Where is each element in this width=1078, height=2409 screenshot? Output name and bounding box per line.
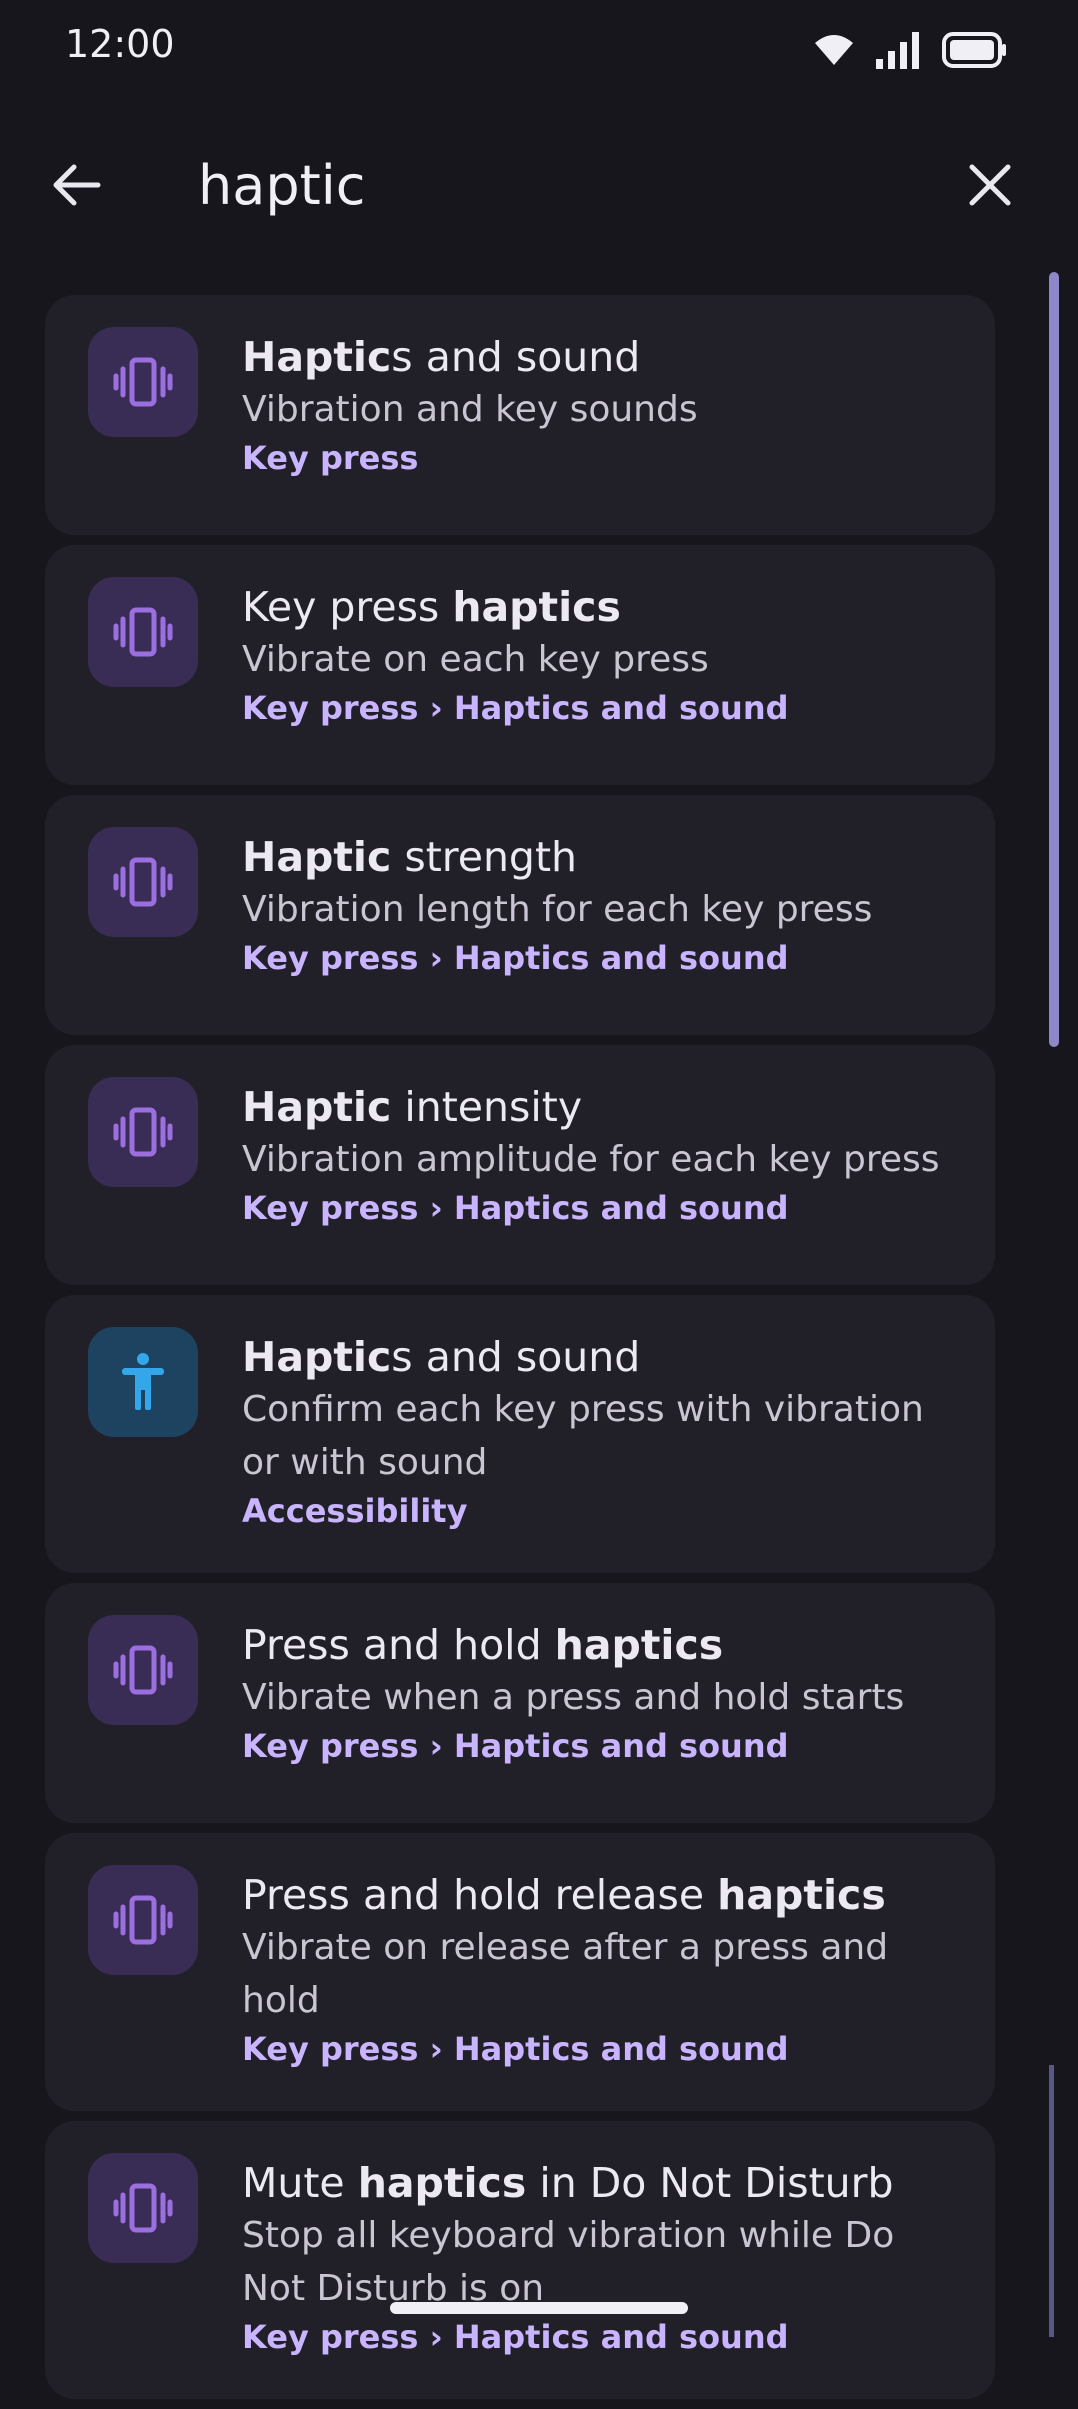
- result-breadcrumb: Key press › Haptics and sound: [242, 2318, 789, 2356]
- result-title: Haptic strength: [242, 833, 578, 881]
- result-subtitle: Vibration and key sounds: [242, 389, 698, 430]
- scrollbar-thumb[interactable]: [1049, 272, 1059, 1047]
- result-item[interactable]: Mute haptics in Do Not Disturb Stop all …: [45, 2121, 995, 2399]
- vibrate-icon: [113, 857, 173, 907]
- result-item[interactable]: Haptic strength Vibration length for eac…: [45, 795, 995, 1035]
- result-breadcrumb: Accessibility: [242, 1492, 468, 1530]
- status-icons: [814, 30, 1008, 70]
- result-title: Key press haptics: [242, 583, 621, 631]
- result-icon-tile: [88, 1865, 198, 1975]
- vibrate-icon: [113, 2183, 173, 2233]
- result-subtitle: Vibrate on release after a press and hol…: [242, 1927, 889, 2021]
- result-subtitle: Vibration length for each key press: [242, 889, 873, 930]
- result-title: Haptic intensity: [242, 1083, 583, 1131]
- result-title: Haptics and sound: [242, 1333, 641, 1381]
- close-icon: [969, 164, 1011, 206]
- arrow-back-icon: [53, 164, 101, 206]
- result-icon-tile: [88, 827, 198, 937]
- result-icon-tile: [88, 2153, 198, 2263]
- result-breadcrumb: Key press › Haptics and sound: [242, 1727, 789, 1765]
- result-icon-tile: [88, 1615, 198, 1725]
- result-item[interactable]: Press and hold haptics Vibrate when a pr…: [45, 1583, 995, 1823]
- clear-search-button[interactable]: [955, 145, 1025, 225]
- result-title: Press and hold release haptics: [242, 1871, 886, 1919]
- result-icon-tile: [88, 1327, 198, 1437]
- result-breadcrumb: Key press: [242, 439, 419, 477]
- back-button[interactable]: [40, 140, 114, 230]
- search-input[interactable]: [198, 140, 918, 230]
- result-title: Press and hold haptics: [242, 1621, 724, 1669]
- vibrate-icon: [113, 1895, 173, 1945]
- result-breadcrumb: Key press › Haptics and sound: [242, 1189, 789, 1227]
- result-icon-tile: [88, 1077, 198, 1187]
- home-indicator[interactable]: [390, 2302, 688, 2314]
- vibrate-icon: [113, 607, 173, 657]
- wifi-icon: [815, 35, 853, 65]
- status-time: 12:00: [65, 22, 175, 66]
- result-breadcrumb: Key press › Haptics and sound: [242, 689, 789, 727]
- result-icon-tile: [88, 577, 198, 687]
- result-subtitle: Confirm each key press with vibration or…: [242, 1389, 924, 1483]
- result-item[interactable]: Key press haptics Vibrate on each key pr…: [45, 545, 995, 785]
- result-breadcrumb: Key press › Haptics and sound: [242, 2030, 789, 2068]
- result-subtitle: Stop all keyboard vibration while Do Not…: [242, 2215, 895, 2309]
- result-subtitle: Vibration amplitude for each key press: [242, 1139, 940, 1180]
- result-subtitle: Vibrate on each key press: [242, 639, 709, 680]
- result-title: Haptics and sound: [242, 333, 641, 381]
- status-bar: 12:00: [0, 0, 1078, 96]
- vibrate-icon: [113, 1107, 173, 1157]
- result-item[interactable]: Haptics and sound Confirm each key press…: [45, 1295, 995, 1573]
- search-results-list[interactable]: Haptics and sound Vibration and key soun…: [45, 295, 995, 2409]
- result-item[interactable]: Haptics and sound Vibration and key soun…: [45, 295, 995, 535]
- result-item[interactable]: Haptic intensity Vibration amplitude for…: [45, 1045, 995, 1285]
- vibrate-icon: [113, 1645, 173, 1695]
- result-title: Mute haptics in Do Not Disturb: [242, 2159, 894, 2207]
- signal-icon: [876, 32, 919, 69]
- scrollbar-track: [1049, 2065, 1054, 2337]
- accessibility-icon: [122, 1353, 164, 1410]
- vibrate-icon: [113, 357, 173, 407]
- result-icon-tile: [88, 327, 198, 437]
- battery-icon: [942, 32, 1006, 68]
- result-breadcrumb: Key press › Haptics and sound: [242, 939, 789, 977]
- result-subtitle: Vibrate when a press and hold starts: [242, 1677, 905, 1718]
- result-item[interactable]: Press and hold release haptics Vibrate o…: [45, 1833, 995, 2111]
